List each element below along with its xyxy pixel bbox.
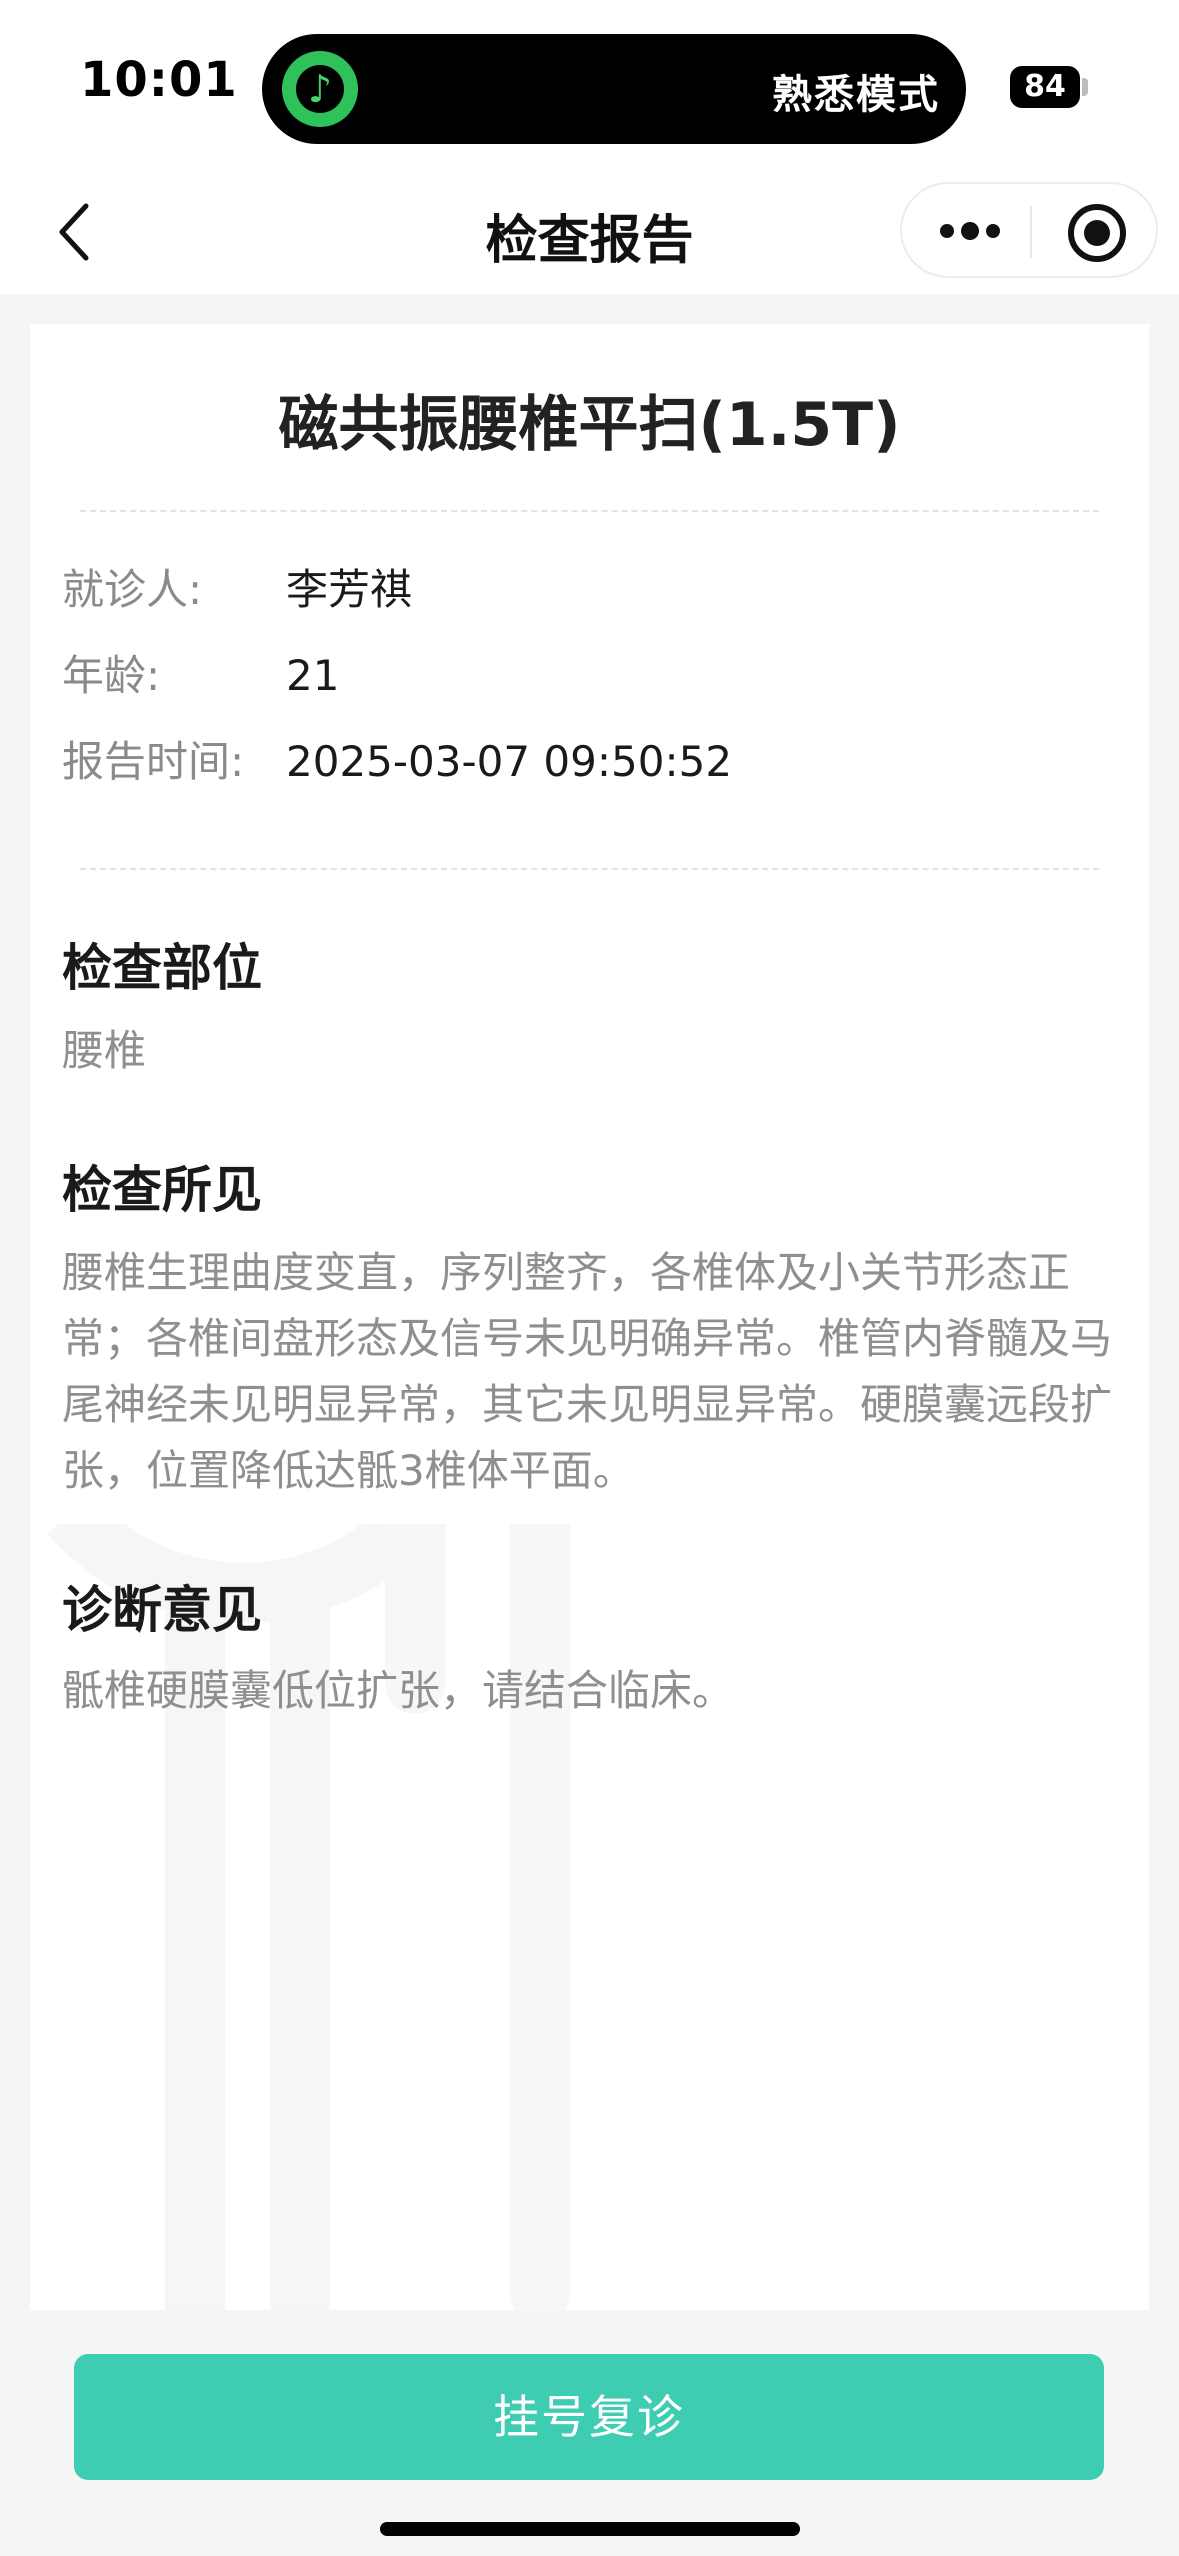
report-title: 磁共振腰椎平扫(1.5T) [278, 390, 901, 460]
target-core-icon [1084, 220, 1110, 246]
age-label: 年龄: [62, 651, 161, 700]
mini-program-capsule [900, 182, 1158, 278]
more-dot-icon [986, 224, 1000, 238]
home-indicator[interactable] [380, 2522, 800, 2536]
info-row-patient: 就诊人: 李芳祺 [62, 560, 1062, 620]
patient-label: 就诊人: [62, 565, 203, 614]
patient-value: 李芳祺 [286, 565, 413, 614]
divider [80, 510, 1099, 512]
info-row-report-time: 报告时间: 2025-03-07 09:50:52 [62, 732, 1062, 792]
close-button[interactable] [1042, 194, 1150, 270]
status-bar: 10:01 ♪ 熟悉模式 84 [0, 0, 1179, 170]
section-heading-exam-site: 检查部位 [62, 939, 262, 997]
back-button[interactable] [40, 194, 116, 270]
nav-bar: 检查报告 [0, 170, 1179, 294]
battery-icon: 84 [1010, 66, 1080, 108]
capsule-divider [1030, 206, 1032, 258]
music-app-icon: ♪ [282, 51, 358, 127]
dynamic-island[interactable]: ♪ 熟悉模式 [262, 34, 966, 144]
section-heading-diagnosis: 诊断意见 [62, 1581, 262, 1639]
info-row-age: 年龄: 21 [62, 646, 1062, 706]
report-card: 磁共振腰椎平扫(1.5T) 就诊人: 李芳祺 年龄: 21 报告时间: 2025… [30, 324, 1149, 2310]
more-button[interactable] [914, 194, 1022, 270]
bottom-action-bar: 挂号复诊 [0, 2310, 1179, 2556]
battery-cap [1082, 78, 1088, 96]
focus-mode-label: 熟悉模式 [772, 72, 940, 118]
report-time-value: 2025-03-07 09:50:52 [286, 737, 733, 786]
more-dot-icon [940, 224, 954, 238]
more-dot-icon [961, 222, 979, 240]
status-time: 10:01 [80, 52, 238, 108]
register-followup-button[interactable]: 挂号复诊 [74, 2354, 1104, 2480]
age-value: 21 [286, 651, 340, 700]
section-text-exam-site: 腰椎 [62, 1026, 147, 1075]
section-heading-findings: 检查所见 [62, 1161, 262, 1219]
report-time-label: 报告时间: [62, 737, 245, 786]
section-text-diagnosis: 骶椎硬膜囊低位扩张，请结合临床。 [62, 1666, 735, 1715]
divider [80, 868, 1099, 870]
section-text-findings: 腰椎生理曲度变直，序列整齐，各椎体及小关节形态正常；各椎间盘形态及信号未见明确异… [62, 1248, 1113, 1495]
chevron-left-icon [59, 203, 89, 261]
